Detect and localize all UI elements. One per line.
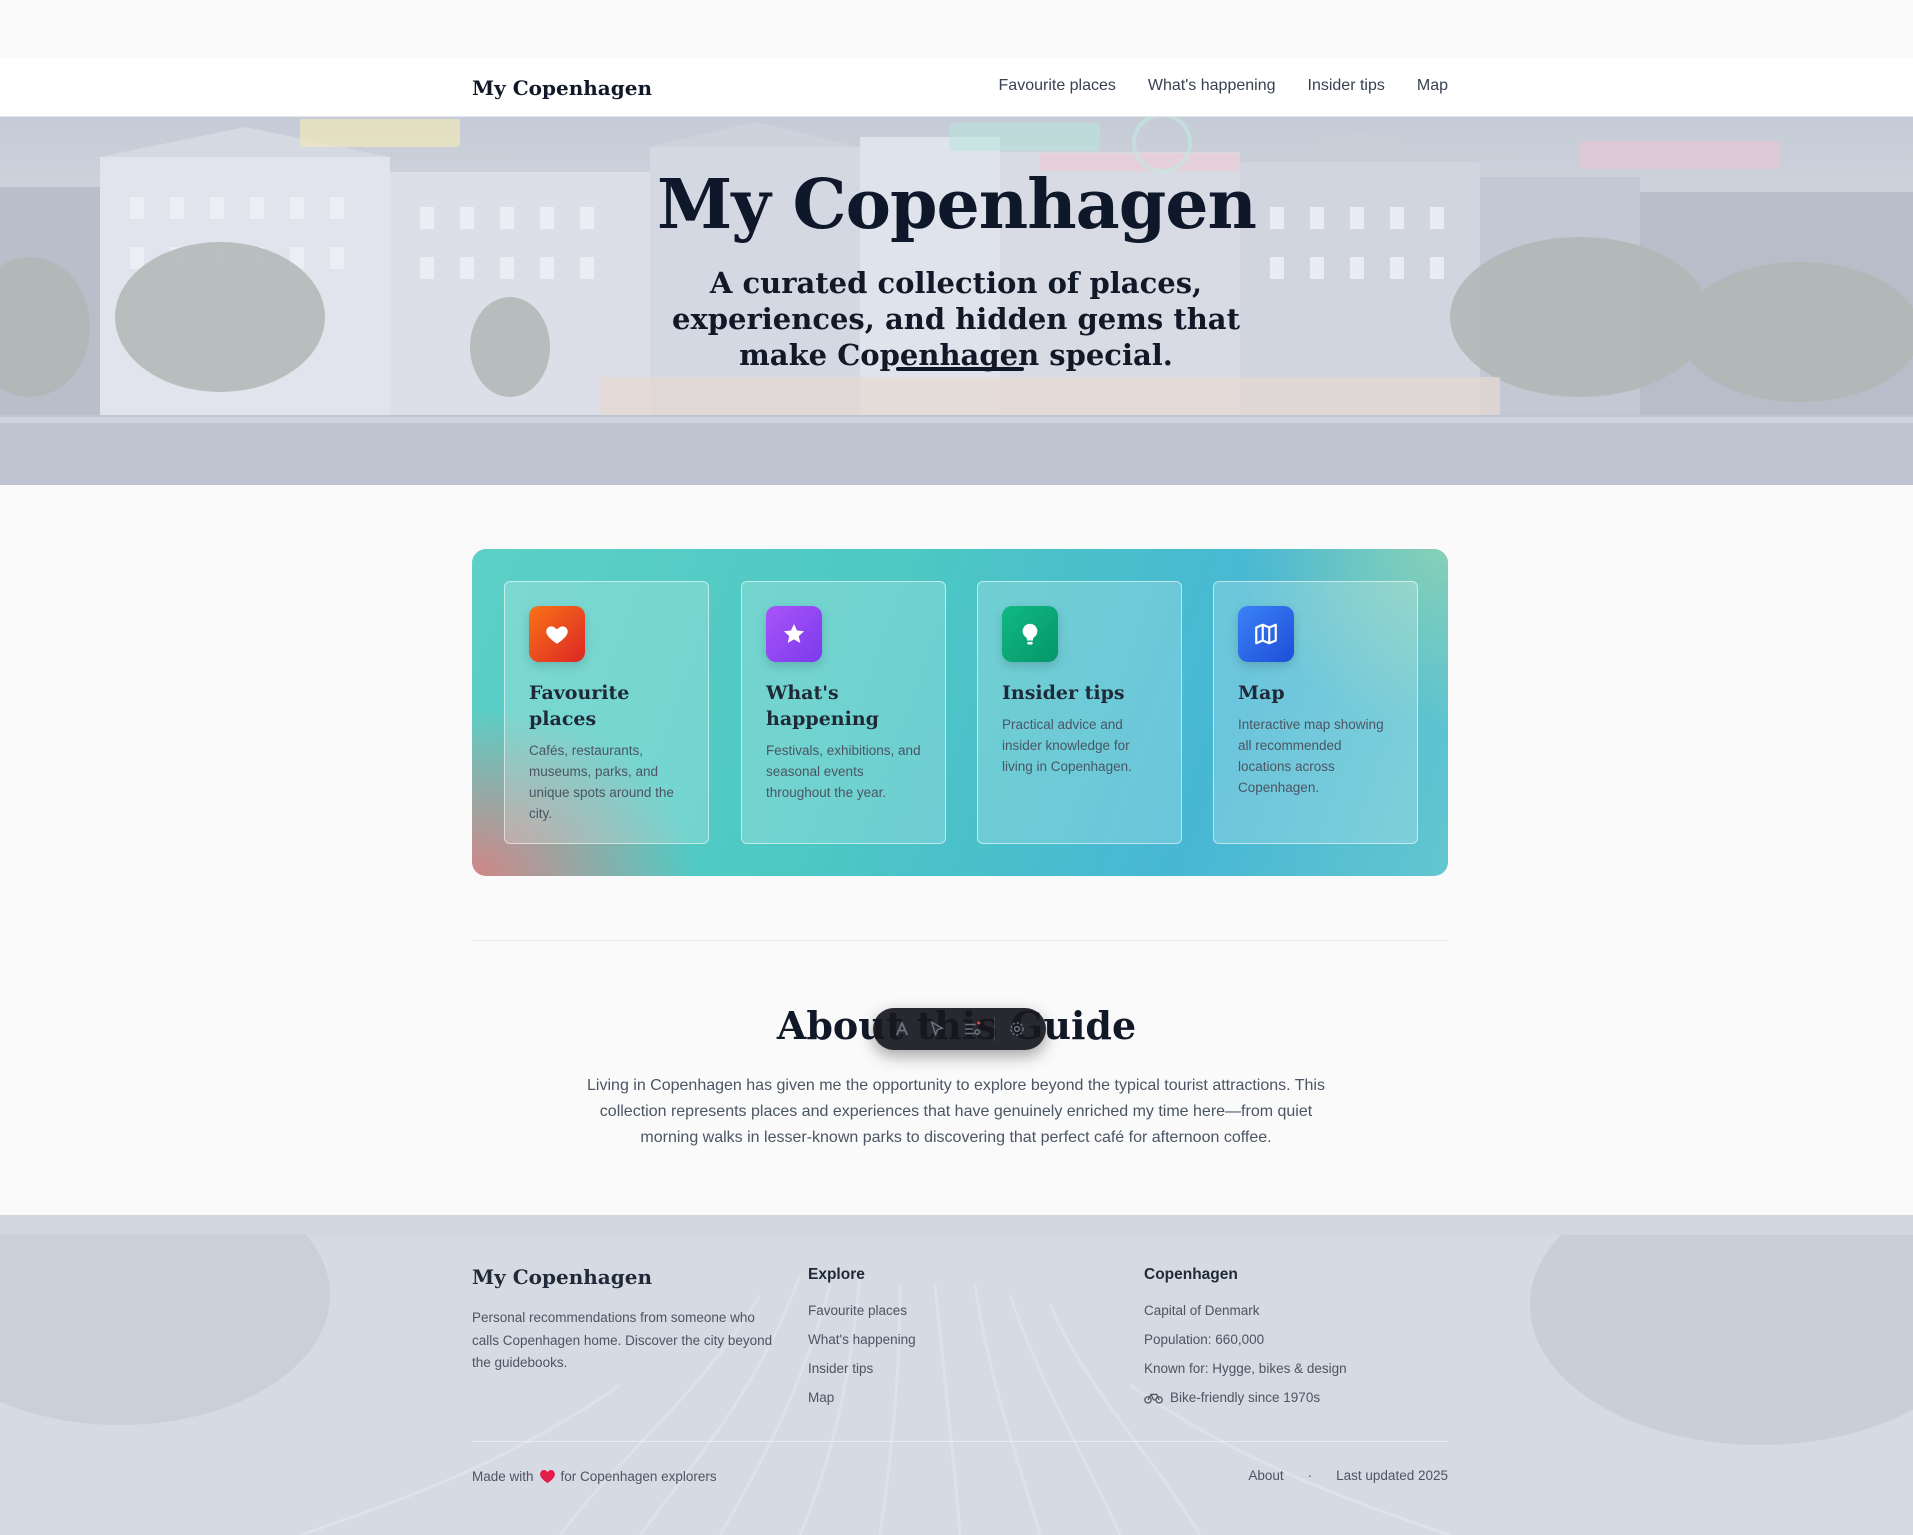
nav-link-insider-tips[interactable]: Insider tips [1308, 77, 1385, 95]
text-icon[interactable] [889, 1016, 915, 1042]
floating-toolbar [873, 1008, 1046, 1050]
feature-title: Map [1238, 682, 1285, 704]
feature-description: Festivals, exhibitions, and seasonal eve… [766, 743, 921, 800]
feature-description: Cafés, restaurants, museums, parks, and … [529, 743, 674, 821]
footer-divider [472, 1441, 1448, 1442]
footer-link-map[interactable]: Map [808, 1390, 834, 1405]
last-updated: Last updated 2025 [1336, 1468, 1448, 1483]
footer-overlay [0, 1215, 1913, 1535]
feature-description: Practical advice and insider knowledge f… [1002, 717, 1132, 774]
footer-link-favourite-places[interactable]: Favourite places [808, 1303, 907, 1318]
map-icon [1238, 606, 1294, 662]
footer-explore-heading: Explore [808, 1266, 865, 1283]
feature-card-insider-tips[interactable]: Insider tips Practical advice and inside… [977, 581, 1182, 844]
heart-icon [529, 606, 585, 662]
feature-card-whats-happening[interactable]: What's happening Festivals, exhibitions,… [741, 581, 946, 844]
feature-card-favourite-places[interactable]: Favourite places Cafés, restaurants, mus… [504, 581, 709, 844]
hero-subtitle: A curated collection of places, experien… [672, 266, 1240, 372]
nav-link-favourite-places[interactable]: Favourite places [999, 77, 1116, 95]
footer-separator: · [1307, 1468, 1313, 1483]
features-panel: Favourite places Cafés, restaurants, mus… [472, 549, 1448, 876]
feature-card-map[interactable]: Map Interactive map showing all recommen… [1213, 581, 1418, 844]
feature-description: Interactive map showing all recommended … [1238, 717, 1384, 795]
footer-about-link[interactable]: About [1248, 1468, 1283, 1483]
star-icon [766, 606, 822, 662]
footer-link-insider-tips[interactable]: Insider tips [808, 1361, 873, 1376]
footer-description: Personal recommendations from someone wh… [472, 1310, 773, 1370]
footer-brand: My Copenhagen [472, 1265, 652, 1289]
city-fact: Capital of Denmark [1144, 1303, 1260, 1318]
heart-icon [539, 1468, 556, 1484]
top-navbar: My Copenhagen Favourite places What's ha… [0, 58, 1913, 117]
hero-section: My Copenhagen A curated collection of pl… [0, 117, 1913, 485]
filter-icon[interactable] [959, 1016, 985, 1042]
city-fact: Population: 660,000 [1144, 1332, 1265, 1347]
cursor-icon[interactable] [924, 1016, 950, 1042]
footer-made-with: Made with for Copenhagen explorers [472, 1468, 717, 1484]
city-fact: Known for: Hygge, bikes & design [1144, 1361, 1347, 1376]
nav-link-whats-happening[interactable]: What's happening [1148, 77, 1276, 95]
feature-title: Favourite places [529, 682, 630, 730]
gear-icon[interactable] [1004, 1016, 1030, 1042]
footer-meta: About · Last updated 2025 [1248, 1468, 1448, 1483]
main-nav: Favourite places What's happening Inside… [999, 77, 1448, 95]
footer-city-column: Copenhagen Capital of Denmark Population… [1144, 1266, 1347, 1412]
lightbulb-icon [1002, 606, 1058, 662]
hero-title: My Copenhagen [657, 165, 1257, 245]
footer-explore-column: Explore Favourite places What's happenin… [808, 1266, 916, 1412]
hero-divider [896, 367, 1024, 371]
feature-title: What's happening [766, 682, 879, 730]
city-fact-bike: Bike-friendly since 1970s [1144, 1383, 1347, 1412]
about-text: Living in Copenhagen has given me the op… [587, 1077, 1325, 1146]
nav-link-map[interactable]: Map [1417, 77, 1448, 95]
site-footer: My Copenhagen Personal recommendations f… [0, 1215, 1913, 1535]
section-divider [472, 940, 1448, 941]
bicycle-icon [1144, 1391, 1163, 1404]
feature-title: Insider tips [1002, 682, 1125, 704]
toolbar-separator [993, 1017, 995, 1041]
footer-city-heading: Copenhagen [1144, 1266, 1238, 1283]
site-brand[interactable]: My Copenhagen [472, 76, 652, 100]
footer-link-whats-happening[interactable]: What's happening [808, 1332, 916, 1347]
